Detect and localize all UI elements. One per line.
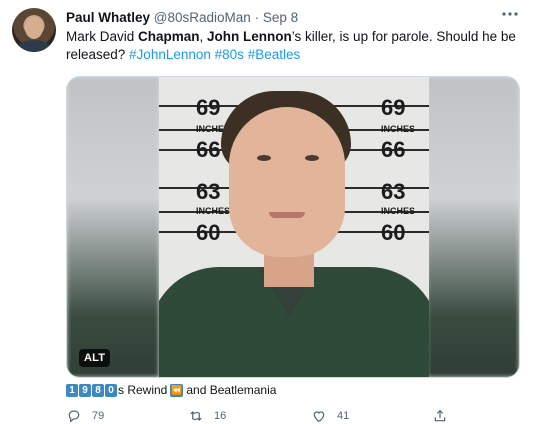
timestamp[interactable]: Sep 8 [263,10,298,25]
alt-text-badge[interactable]: ALT [79,349,111,367]
tweet-text: Mark David Chapman, John Lennon’s killer… [66,28,516,64]
card-text: and Beatlemania [186,383,277,397]
hashtag-link[interactable]: #JohnLennon [129,47,211,62]
hashtag-link[interactable]: #80s [215,47,244,62]
scale-label: INCHES [381,124,416,134]
scale-label: 63 [196,179,221,204]
avatar[interactable] [12,8,56,52]
separator-dot: · [254,10,260,25]
rewind-icon: ⏪ [170,383,184,397]
media-blur-left [67,77,159,377]
display-name[interactable]: Paul Whatley [66,10,150,25]
keycap-digit: 0 [105,383,117,397]
handle[interactable]: @80sRadioMan [154,10,251,25]
left-eye [257,155,271,161]
scale-label: 60 [196,220,221,245]
face [229,107,345,257]
media-blur-right [427,77,519,377]
scale-label: 63 [381,179,406,204]
avatar-face [25,17,43,39]
text-bold: Chapman [138,29,200,44]
card-text: s Rewind [118,383,168,397]
scale-label: 66 [381,137,406,162]
tweet-header: Paul Whatley @80sRadioMan · Sep 8 [66,9,520,27]
tweet-media[interactable]: 69 INCHES 66 63 INCHES 60 69 INCHES 66 6… [66,76,520,378]
profile-card-line: 1 9 8 0 s Rewind ⏪ and Beatlemania [66,382,276,398]
keycap-digit: 9 [79,383,91,397]
keycap-digit: 1 [66,383,78,397]
text-part: Mark David [66,29,139,44]
mouth [269,212,305,218]
right-eye [305,155,319,161]
mugshot-photo: 69 INCHES 66 63 INCHES 60 69 INCHES 66 6… [159,77,429,377]
scale-label: INCHES [196,206,231,216]
scale-label: 66 [196,137,221,162]
scale-label: 60 [381,220,406,245]
avatar-shirt [16,40,52,52]
scale-label: 69 [381,95,406,120]
text-bold: John Lennon [207,29,292,44]
tweet-actions: 79 16 41 [66,408,516,423]
hashtag-link[interactable]: #Beatles [248,47,301,62]
keycap-digit: 8 [92,383,104,397]
scale-label: 69 [196,95,221,120]
text-part: , [199,29,208,44]
more-options-icon[interactable] [500,6,520,26]
scale-label: INCHES [381,206,416,216]
